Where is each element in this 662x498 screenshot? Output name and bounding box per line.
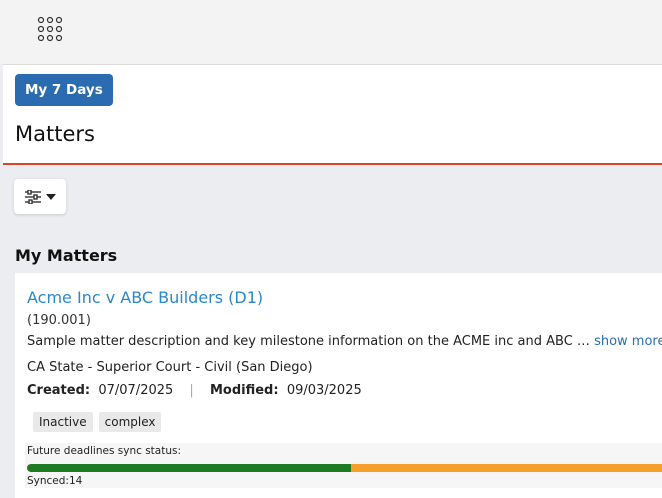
matter-title-link[interactable]: Acme Inc v ABC Builders (D1) <box>27 288 263 307</box>
date-separator: | <box>189 383 194 398</box>
section-title: My Matters <box>15 246 118 265</box>
created-value: 07/07/2025 <box>98 383 174 398</box>
show-more-link[interactable]: show more <box>594 334 662 349</box>
matter-dates: Created: 07/07/2025 | Modified: 09/03/20… <box>27 383 362 398</box>
matter-number: (190.001) <box>27 313 91 328</box>
filter-dropdown-button[interactable] <box>14 179 66 214</box>
sync-status: Future deadlines sync status: Synced:14 <box>25 443 662 488</box>
matter-description-text: Sample matter description and key milest… <box>27 334 590 349</box>
tag-inactive[interactable]: Inactive <box>33 412 93 432</box>
sliders-icon <box>25 189 41 204</box>
synced-count: Synced:14 <box>27 475 83 487</box>
matter-court: CA State - Superior Court - Civil (San D… <box>27 360 313 375</box>
matter-description: Sample matter description and key milest… <box>27 334 662 349</box>
page-header: My 7 Days Matters <box>3 64 662 165</box>
caret-down-icon <box>46 193 56 200</box>
modified-label: Modified: <box>209 383 279 398</box>
matter-card: Acme Inc v ABC Builders (D1) (190.001) S… <box>15 273 662 498</box>
sync-progress-fill <box>27 464 351 472</box>
sync-status-label: Future deadlines sync status: <box>27 445 182 457</box>
matter-tags: Inactive complex <box>33 412 162 432</box>
page-title: Matters <box>15 122 95 146</box>
sync-progress-bar <box>27 464 662 472</box>
modified-value: 09/03/2025 <box>286 383 362 398</box>
grid-dots-icon[interactable] <box>37 16 63 42</box>
my-7-days-button[interactable]: My 7 Days <box>15 74 113 106</box>
top-bar <box>0 0 662 64</box>
tag-complex[interactable]: complex <box>98 412 162 432</box>
created-label: Created: <box>27 383 91 398</box>
